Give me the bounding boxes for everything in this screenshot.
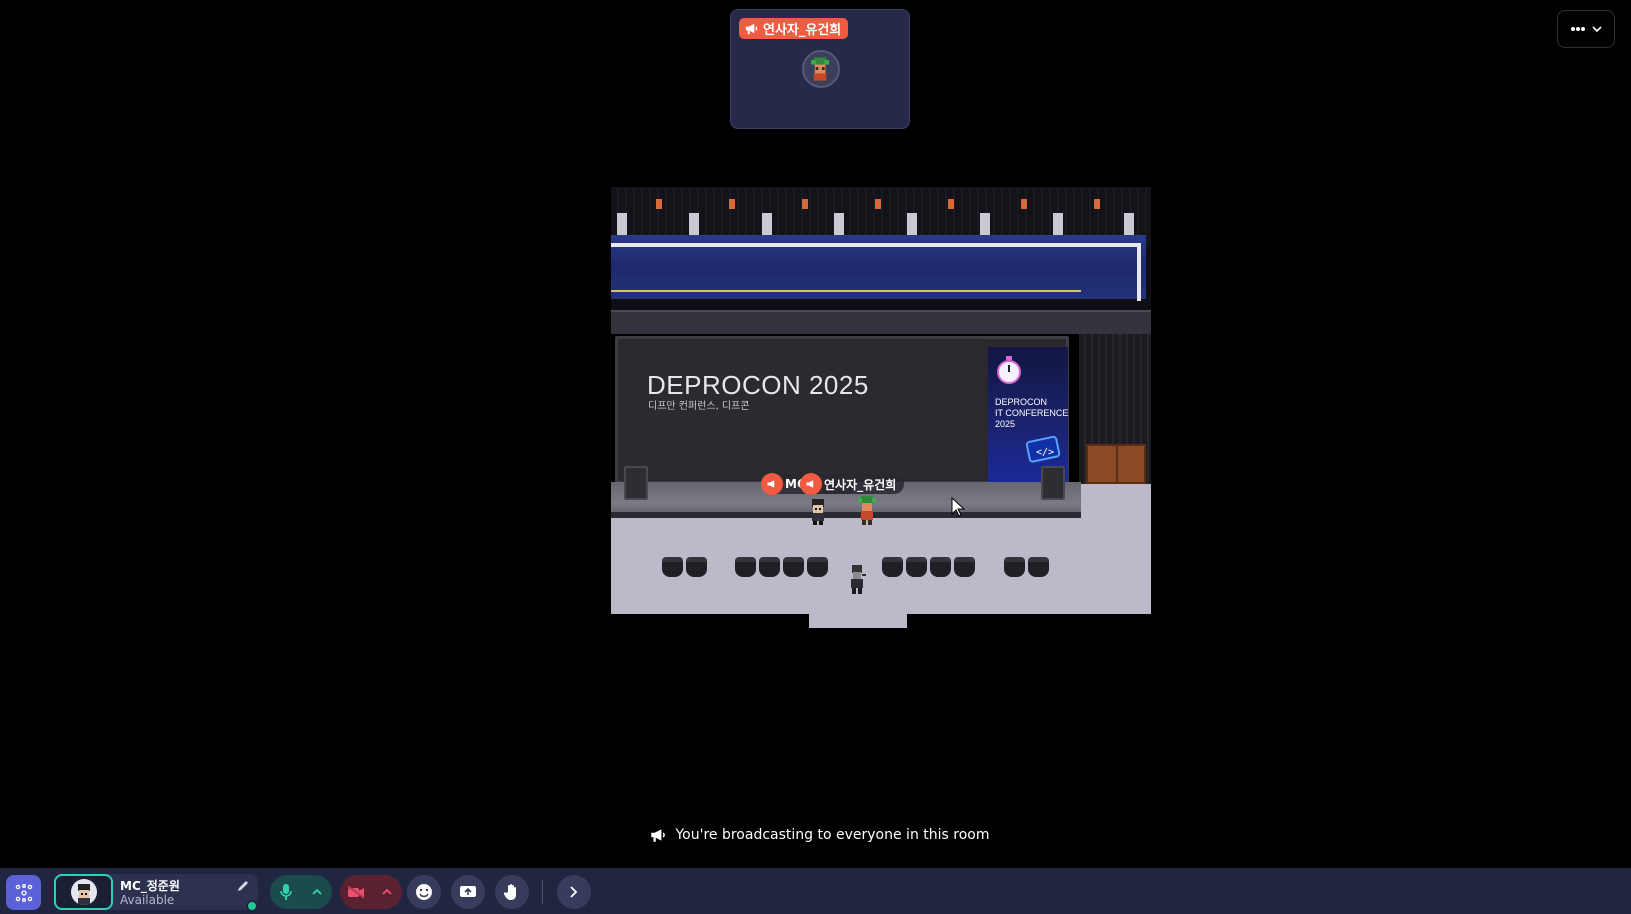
user-name: MC_정준원	[120, 879, 180, 893]
balcony-rope	[611, 290, 1081, 292]
camera-control	[340, 875, 402, 909]
balcony-railing-side	[1137, 243, 1141, 301]
chair	[783, 557, 804, 577]
user-profile-card[interactable]: MC_정준원 Available	[54, 874, 258, 912]
broadcast-message: You're broadcasting to everyone in this …	[675, 827, 990, 843]
screen-share-button[interactable]	[451, 875, 485, 909]
walkway	[611, 310, 1151, 334]
chair	[1028, 557, 1049, 577]
chair	[882, 557, 903, 577]
speaker-character[interactable]	[858, 495, 876, 525]
chevron-right-icon	[570, 886, 578, 898]
microphone-options-button[interactable]	[301, 875, 332, 909]
mouse-cursor-icon	[951, 497, 965, 517]
microphone-toggle-button[interactable]	[270, 875, 301, 909]
speaker-avatar	[802, 50, 840, 88]
camera-options-button[interactable]	[371, 875, 402, 909]
megaphone-icon	[800, 473, 822, 495]
speaker-name-label: 연사자_유건희	[800, 473, 905, 495]
stopwatch-icon	[997, 356, 1021, 384]
speaker-video-tile[interactable]: 연사자_유건희	[730, 9, 910, 129]
chair	[735, 557, 756, 577]
chevron-up-icon	[311, 889, 322, 895]
gather-logo-icon	[15, 883, 32, 902]
poster-text: DEPROCON IT CONFERENCE 2025	[995, 397, 1071, 430]
ellipsis-icon	[1571, 27, 1585, 31]
chevron-up-icon	[381, 889, 392, 895]
gather-app: 연사자_유건희 DEPROCON 2025 디프만 컨퍼런스, 디프콘 </> …	[0, 0, 1631, 914]
microphone-icon	[279, 884, 292, 900]
exit-door[interactable]	[1086, 444, 1146, 484]
code-monitor-icon: </>	[1025, 435, 1061, 463]
chevron-down-icon	[1592, 26, 1602, 32]
speaker-tag-label: 연사자_유건희	[763, 23, 842, 38]
loudspeaker-left	[624, 466, 648, 500]
poster-line3: 2025	[995, 419, 1016, 429]
staff-character[interactable]	[848, 564, 866, 594]
megaphone-icon	[745, 23, 758, 35]
screen-share-icon	[460, 886, 476, 897]
loudspeaker-right	[1041, 466, 1065, 500]
chair	[759, 557, 780, 577]
bottom-toolbar: MC_정준원 Available	[0, 868, 1631, 914]
smiley-icon	[416, 884, 432, 900]
chair	[686, 557, 707, 577]
stage-subtitle: 디프만 컨퍼런스, 디프콘	[648, 401, 750, 412]
avatar	[70, 879, 97, 905]
toolbar-divider	[542, 880, 543, 904]
megaphone-icon	[651, 829, 666, 842]
microphone-control	[270, 875, 332, 909]
mc-character[interactable]	[809, 497, 827, 525]
camera-toggle-button[interactable]	[340, 875, 371, 909]
chair	[807, 557, 828, 577]
megaphone-icon	[761, 473, 783, 495]
chair	[906, 557, 927, 577]
emoji-button[interactable]	[407, 875, 441, 909]
more-options-button[interactable]	[1557, 10, 1615, 48]
status-indicator	[246, 900, 258, 912]
chair	[930, 557, 951, 577]
user-avatar-frame[interactable]	[54, 874, 113, 910]
entrance-aisle	[809, 613, 907, 628]
balcony-railing	[611, 243, 1141, 247]
chair	[662, 557, 683, 577]
user-status: Available	[120, 893, 175, 907]
poster-line1: DEPROCON	[995, 397, 1048, 407]
hand-icon	[504, 884, 516, 900]
speaker-tag: 연사자_유건희	[739, 18, 849, 39]
broadcast-notice: You're broadcasting to everyone in this …	[4, 826, 1631, 844]
chair	[954, 557, 975, 577]
chair	[1004, 557, 1025, 577]
raise-hand-button[interactable]	[495, 875, 529, 909]
svg-text:</>: </>	[1036, 447, 1054, 458]
poster-line2: IT CONFERENCE	[995, 408, 1069, 418]
pencil-icon[interactable]	[236, 879, 250, 893]
game-map[interactable]: DEPROCON 2025 디프만 컨퍼런스, 디프콘 </> DEPROCON…	[611, 187, 1151, 628]
expand-toolbar-button[interactable]	[557, 875, 591, 909]
app-menu-button[interactable]	[6, 875, 41, 910]
speaker-name-text: 연사자_유건희	[824, 477, 897, 492]
camera-off-icon	[346, 885, 365, 899]
